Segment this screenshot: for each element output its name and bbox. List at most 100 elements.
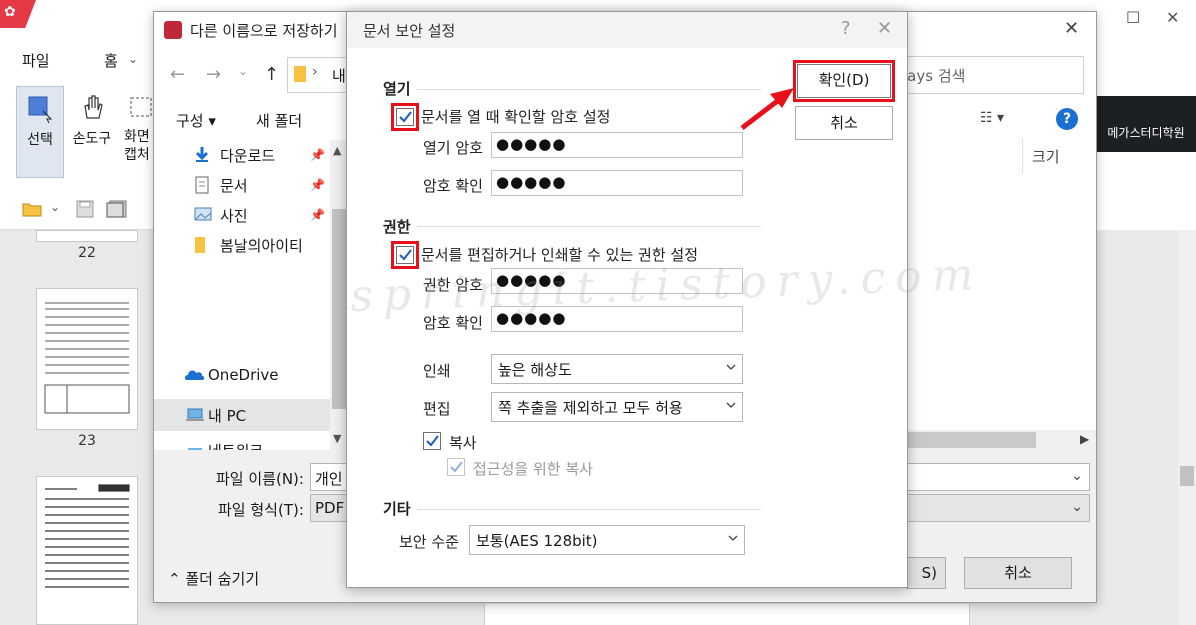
nav-item-documents[interactable]: 문서: [220, 175, 248, 196]
screen-capture-label: 화면 캡처: [124, 129, 150, 163]
scrollbar-thumb[interactable]: [332, 209, 346, 409]
copy-checkbox[interactable]: [423, 432, 441, 450]
thumbnail-page-24[interactable]: [36, 476, 138, 625]
edit-select[interactable]: 쪽 추출을 제외하고 모두 허용: [491, 392, 743, 422]
close-icon[interactable]: ✕: [1166, 8, 1179, 27]
scroll-right-icon[interactable]: ▶: [1080, 432, 1089, 446]
open-confirm-field[interactable]: ●●●●●: [491, 170, 743, 196]
breadcrumb[interactable]: 내: [332, 65, 346, 86]
chevron-down-icon[interactable]: ⌄: [238, 64, 248, 78]
security-level-select[interactable]: 보통(AES 128bit): [469, 525, 745, 555]
pin-icon: 📌: [310, 178, 325, 192]
column-header-size[interactable]: 크기: [1032, 146, 1060, 167]
select-tool-button[interactable]: 선택: [16, 86, 64, 178]
hand-tool-label: 손도구: [72, 131, 112, 147]
hand-tool-button[interactable]: 손도구: [68, 86, 116, 178]
computer-icon: [186, 408, 206, 426]
vertical-scrollbar[interactable]: [1178, 230, 1196, 625]
chevron-up-icon: ⌃: [168, 570, 181, 588]
ad-banner: 메가스터디학원: [1096, 96, 1196, 152]
chevron-down-icon[interactable]: ⌄: [50, 200, 60, 214]
scrollbar-thumb[interactable]: [1180, 466, 1194, 486]
back-arrow-icon[interactable]: ←: [170, 64, 185, 85]
search-input[interactable]: lays 검색: [894, 56, 1084, 94]
nav-item-pictures[interactable]: 사진: [220, 205, 248, 226]
column-divider: [1022, 138, 1023, 174]
filename-input-tail[interactable]: ⌄: [906, 463, 1090, 491]
set-open-password-checkbox[interactable]: [396, 108, 414, 126]
thumbnail-page-23[interactable]: [36, 288, 138, 430]
open-password-label: 열기 암호: [423, 139, 483, 157]
select-cursor-icon: [27, 93, 53, 124]
other-section-heading: 기타: [383, 500, 411, 518]
copy-label: 복사: [449, 434, 477, 452]
print-label: 인쇄: [423, 362, 451, 380]
cancel-button[interactable]: 취소: [964, 557, 1072, 589]
set-permission-password-checkbox[interactable]: [396, 246, 414, 264]
help-icon[interactable]: ?: [841, 18, 851, 39]
maximize-icon[interactable]: ☐: [1126, 8, 1140, 27]
save-icon[interactable]: [76, 200, 94, 222]
forward-arrow-icon[interactable]: →: [206, 64, 221, 85]
nav-item-network[interactable]: 네트워크: [208, 440, 263, 450]
nav-item-folder[interactable]: 봄날의아이티: [220, 235, 303, 256]
chevron-down-icon[interactable]: ⌄: [1071, 468, 1083, 484]
filename-label: 파일 이름(N):: [216, 470, 304, 488]
ok-button[interactable]: 확인(D): [797, 64, 891, 98]
edit-select-value: 쪽 추출을 제외하고 모두 허용: [498, 399, 683, 417]
filetype-select-tail[interactable]: ⌄: [906, 494, 1090, 522]
edit-label: 편집: [423, 400, 451, 418]
scroll-up-icon[interactable]: ▲: [333, 144, 341, 157]
nav-item-downloads[interactable]: 다운로드: [220, 145, 275, 166]
tab-file[interactable]: 파일: [22, 50, 50, 71]
security-title: 문서 보안 설정: [363, 22, 456, 40]
pin-icon: 📌: [310, 208, 325, 222]
security-level-value: 보통(AES 128bit): [476, 532, 598, 550]
open-folder-icon[interactable]: [22, 200, 44, 222]
open-section-heading: 열기: [383, 80, 411, 98]
save-all-icon[interactable]: [106, 200, 128, 222]
open-password-field[interactable]: ●●●●●: [491, 132, 743, 158]
pdf-app-icon: [164, 21, 182, 39]
accessibility-copy-label: 접근성을 위한 복사: [473, 460, 593, 478]
print-select[interactable]: 높은 해상도: [491, 354, 743, 384]
save-button[interactable]: S): [906, 557, 946, 589]
thumbnail-label: 22: [78, 245, 96, 261]
breadcrumb-chevron-icon: ›: [312, 64, 318, 80]
nav-item-onedrive[interactable]: OneDrive: [208, 366, 279, 384]
onedrive-icon: [184, 368, 206, 386]
hide-folders-button[interactable]: ⌃ 폴더 숨기기: [168, 568, 259, 589]
divider: [417, 89, 761, 90]
close-icon[interactable]: ✕: [877, 18, 892, 39]
filetype-select[interactable]: PDF: [310, 494, 350, 522]
tab-home[interactable]: 홈: [104, 50, 118, 71]
thumbnail-label: 23: [78, 433, 96, 449]
chevron-down-icon: [728, 535, 738, 541]
help-icon[interactable]: ?: [1056, 108, 1078, 130]
accessibility-copy-checkbox: [447, 458, 465, 476]
set-open-password-label: 문서를 열 때 확인할 암호 설정: [421, 108, 611, 126]
filetype-label: 파일 형식(T):: [218, 501, 304, 519]
nav-item-this-pc[interactable]: 내 PC: [208, 405, 246, 426]
address-bar[interactable]: › 내: [287, 57, 347, 93]
chevron-down-icon[interactable]: ⌄: [1071, 499, 1083, 515]
pin-icon: 📌: [310, 148, 325, 162]
filename-input[interactable]: 개인: [310, 463, 350, 491]
thumbnail-page-22[interactable]: [36, 230, 138, 242]
download-icon: [194, 146, 210, 162]
up-arrow-icon[interactable]: ↑: [264, 64, 279, 85]
cancel-button[interactable]: 취소: [795, 106, 893, 140]
scrollbar-thumb[interactable]: [906, 432, 1036, 448]
organize-button[interactable]: 구성 ▾: [176, 110, 216, 131]
new-folder-button[interactable]: 새 폴더: [256, 110, 302, 131]
hide-folders-label: 폴더 숨기기: [185, 570, 260, 588]
open-confirm-label: 암호 확인: [423, 177, 483, 195]
pictures-icon: [194, 206, 212, 222]
document-icon: [194, 176, 210, 194]
scroll-down-icon[interactable]: ▼: [333, 432, 341, 445]
close-icon[interactable]: ✕: [1064, 18, 1079, 39]
document-page: [484, 604, 970, 625]
divider: [417, 509, 761, 510]
view-options-icon[interactable]: ☷ ▾: [980, 110, 1004, 126]
annotation-arrow-icon: [740, 88, 794, 130]
